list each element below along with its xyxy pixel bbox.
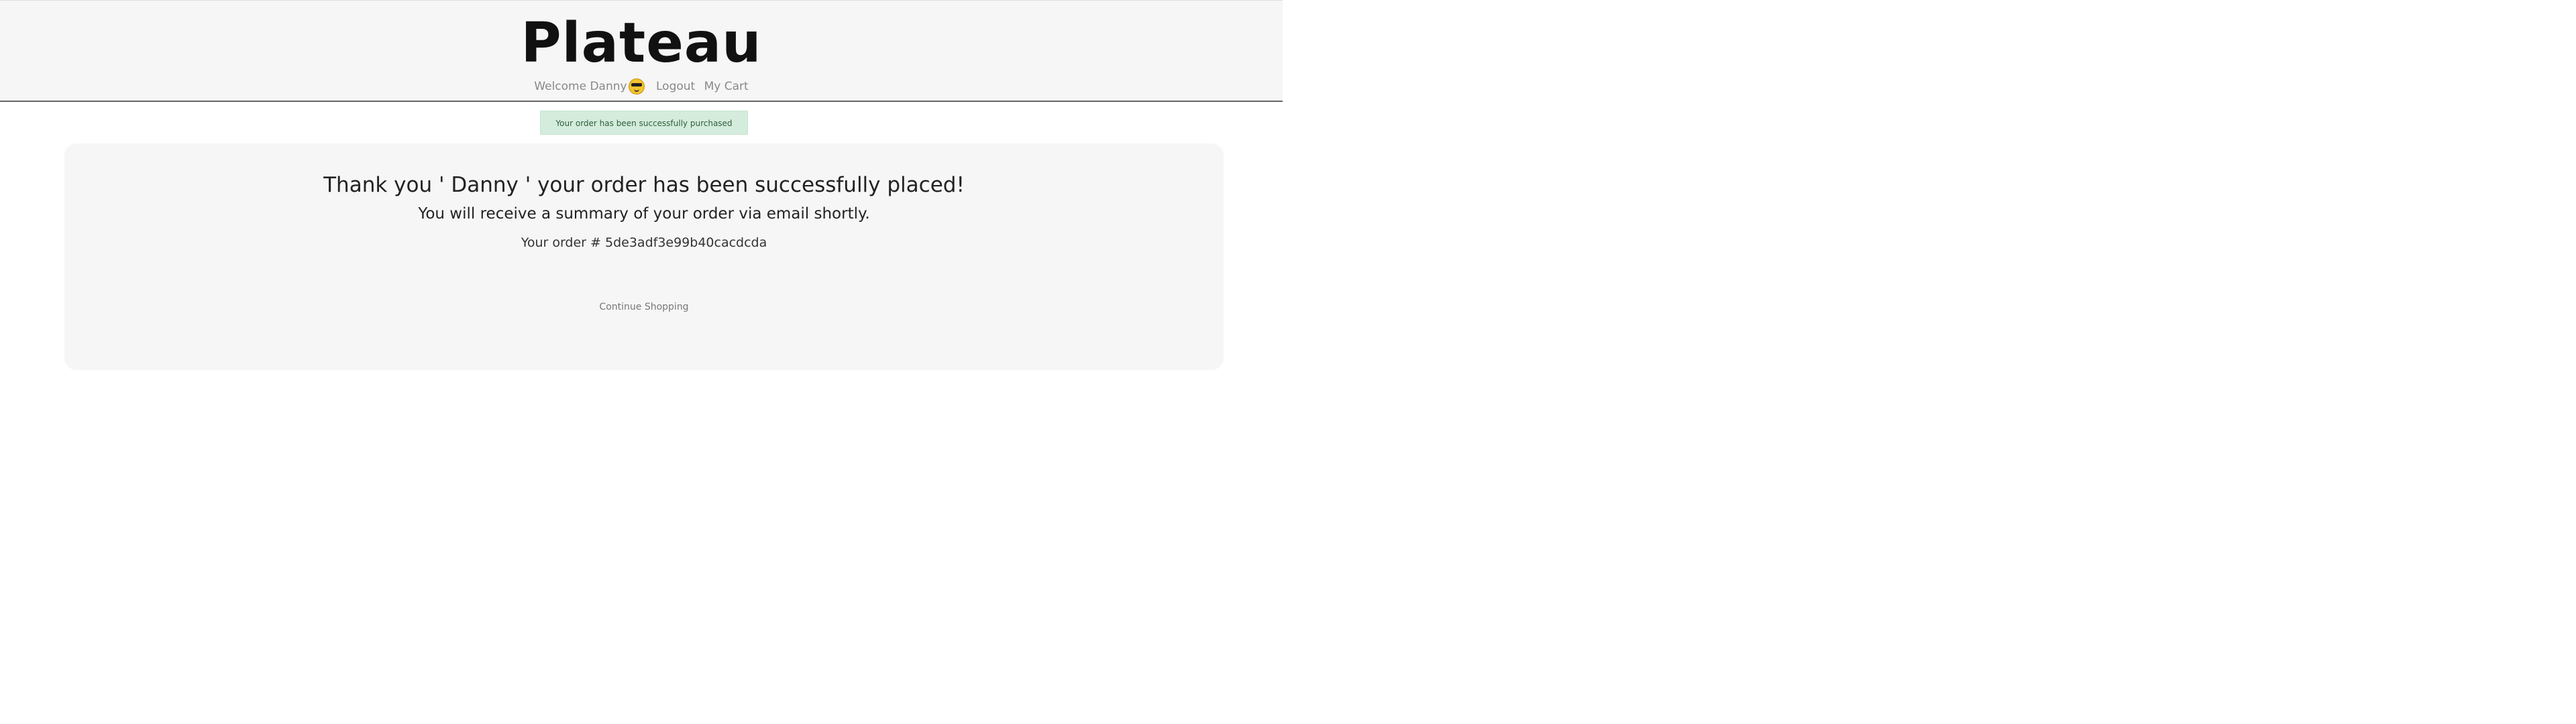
- summary-note: You will receive a summary of your order…: [418, 205, 870, 223]
- welcome-text: Welcome Danny: [534, 80, 627, 93]
- continue-shopping: Continue Shopping: [64, 302, 1224, 312]
- order-confirmation-card: Thank you ' Danny ' your order has been …: [64, 143, 1224, 370]
- app-frame: Plateau Welcome Danny Logout My Cart You…: [0, 0, 1283, 724]
- thank-you-heading: Thank you ' Danny ' your order has been …: [323, 173, 965, 197]
- alert-message: Your order has been successfully purchas…: [555, 119, 733, 128]
- success-alert: Your order has been successfully purchas…: [540, 111, 748, 135]
- header-nav: Welcome Danny Logout My Cart: [0, 78, 1283, 95]
- welcome-user: Welcome Danny: [534, 78, 647, 95]
- order-number: Your order # 5de3adf3e99b40cacdcda: [521, 235, 767, 250]
- continue-shopping-link[interactable]: Continue Shopping: [599, 302, 688, 312]
- site-header: Plateau Welcome Danny Logout My Cart: [0, 0, 1283, 102]
- sunglasses-face-icon: [628, 78, 645, 95]
- logout-link[interactable]: Logout: [656, 80, 695, 93]
- my-cart-link[interactable]: My Cart: [704, 80, 749, 93]
- brand-logo[interactable]: Plateau: [0, 11, 1283, 75]
